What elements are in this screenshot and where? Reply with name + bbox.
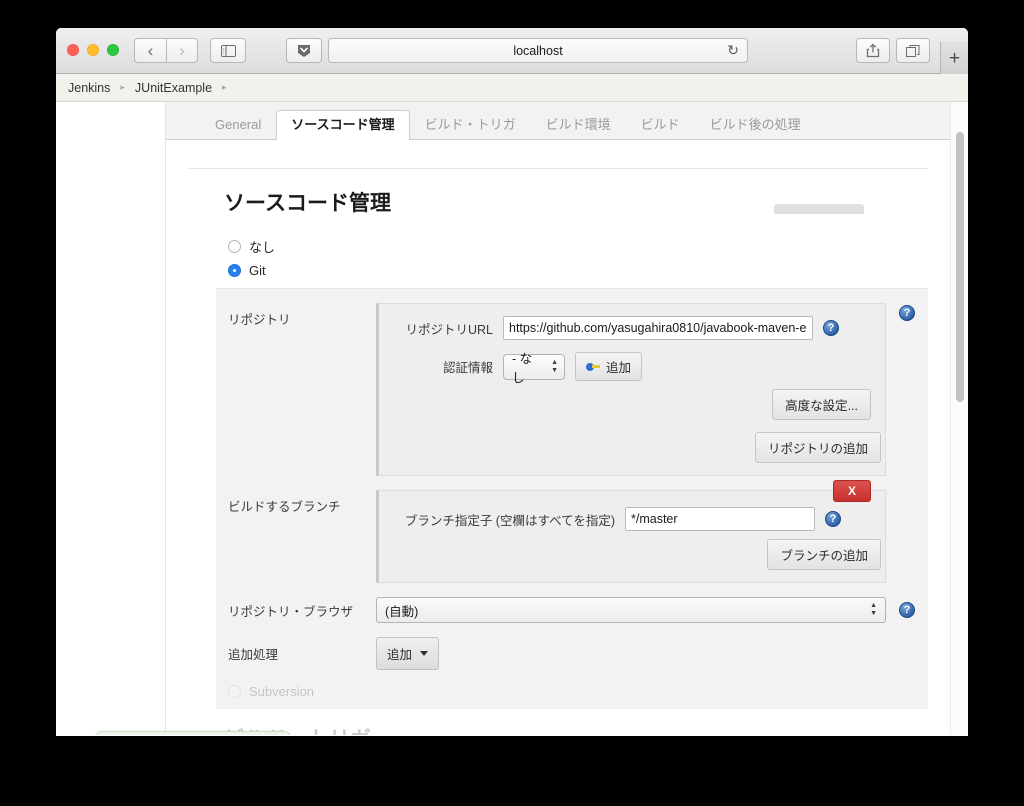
branch-spec-row: ブランチ指定子 (空欄はすべてを指定) */master ? (393, 507, 871, 531)
advanced-settings-button[interactable]: 高度な設定... (772, 389, 871, 420)
add-repository-button-row: リポジトリの追加 (393, 432, 881, 463)
breadcrumb: Jenkins ▸ JUnitExample ▸ (56, 74, 968, 102)
add-behaviour-label: 追加 (387, 648, 413, 662)
chevron-down-icon (420, 651, 429, 656)
git-settings-panel: リポジトリ リポジトリURL https://github.com/yasuga… (216, 288, 928, 709)
address-text: localhost (513, 43, 563, 58)
add-branch-button-row: ブランチの追加 (393, 539, 881, 570)
delete-branch-button[interactable]: X (833, 480, 871, 502)
repository-box: リポジトリURL https://github.com/yasugahira08… (376, 303, 886, 476)
config-body: ソースコード管理 なし Git リポジトリ リポジトリURL https://g… (166, 168, 950, 735)
repo-browser-value: (自動) (385, 604, 419, 619)
reader-view-icon (298, 44, 310, 57)
back-button[interactable]: ‹ (134, 38, 166, 63)
additional-behaviours-label: 追加処理 (228, 648, 279, 662)
radio-none[interactable] (228, 240, 241, 253)
repository-label: リポジトリ (228, 313, 291, 327)
credentials-row: 認証情報 - なし ▲ ▼ 追加 (393, 352, 871, 385)
address-bar[interactable]: localhost ↻ (328, 38, 748, 63)
sidebar-toggle-icon (220, 44, 236, 57)
scrolled-partial-button (774, 204, 864, 214)
add-repository-button[interactable]: リポジトリの追加 (754, 432, 881, 463)
page-scrollbar[interactable] (950, 102, 968, 735)
branch-spec-label: ブランチ指定子 (空欄はすべてを指定) (404, 513, 615, 528)
help-icon[interactable]: ? (823, 320, 839, 336)
tab-build-environment[interactable]: ビルド環境 (531, 110, 626, 140)
reader-view-button[interactable] (286, 38, 322, 63)
jenkins-sidebar (56, 102, 166, 735)
credentials-select[interactable]: - なし ▲ ▼ (503, 352, 565, 385)
stepper-icon: ▲ ▼ (870, 602, 877, 617)
repo-browser-row: リポジトリ・ブラウザ (自動) ▲ ▼ ? (216, 597, 928, 623)
show-all-tabs-icon (905, 44, 919, 57)
additional-behaviours-row: 追加処理 追加 (216, 637, 928, 670)
jenkins-main-content: General ソースコード管理 ビルド・トリガ ビルド環境 ビルド ビルド後の… (166, 102, 950, 735)
scm-option-git-label: Git (249, 263, 266, 278)
add-credentials-label: 追加 (606, 361, 632, 375)
branches-row: ビルドするブランチ X ブランチ指定子 (空欄はすべてを指定) */master… (216, 480, 928, 583)
sidebar-toggle-button[interactable] (210, 38, 246, 63)
chevron-right-icon: › (179, 41, 185, 60)
branch-spec-input[interactable]: */master (625, 507, 815, 531)
repo-browser-label: リポジトリ・ブラウザ (228, 604, 354, 619)
browser-toolbar: ‹ › localhost ↻ + (56, 28, 968, 74)
advanced-button-row: 高度な設定... (393, 389, 871, 420)
scrollbar-thumb[interactable] (956, 132, 964, 402)
repo-browser-select[interactable]: (自動) ▲ ▼ (376, 597, 886, 623)
add-credentials-button[interactable]: 追加 (575, 352, 643, 381)
credentials-label: 認証情報 (442, 361, 493, 375)
scm-option-subversion[interactable]: Subversion (228, 684, 928, 699)
repository-url-label: リポジトリURL (405, 322, 493, 337)
breadcrumb-item-junitexample[interactable]: JUnitExample (135, 81, 212, 95)
config-tab-bar: General ソースコード管理 ビルド・トリガ ビルド環境 ビルド ビルド後の… (166, 102, 950, 140)
breadcrumb-item-jenkins[interactable]: Jenkins (68, 81, 110, 95)
stepper-icon: ▲ ▼ (551, 358, 558, 374)
add-branch-button[interactable]: ブランチの追加 (767, 539, 881, 570)
page-viewport: General ソースコード管理 ビルド・トリガ ビルド環境 ビルド ビルド後の… (56, 102, 968, 735)
close-window-button[interactable] (67, 44, 79, 56)
save-bar: 保存 Apply (96, 731, 290, 735)
repository-row: リポジトリ リポジトリURL https://github.com/yasuga… (216, 303, 928, 476)
browser-window: ‹ › localhost ↻ + Jenkins ▸ JUnitExample… (56, 28, 968, 736)
tab-build-triggers[interactable]: ビルド・トリガ (410, 110, 531, 140)
branches-label: ビルドするブランチ (228, 500, 341, 514)
plus-icon: + (948, 47, 961, 69)
help-icon[interactable]: ? (825, 511, 841, 527)
scm-option-none[interactable]: なし (228, 237, 928, 256)
scm-option-subversion-label: Subversion (249, 684, 315, 699)
tab-general[interactable]: General (200, 110, 276, 140)
help-icon[interactable]: ? (899, 602, 915, 618)
key-icon (586, 362, 600, 372)
build-trigger-heading: ビルド・トリガ (224, 723, 928, 735)
repository-url-row: リポジトリURL https://github.com/yasugahira08… (393, 316, 871, 340)
reload-icon[interactable]: ↻ (727, 43, 739, 57)
help-icon[interactable]: ? (899, 305, 915, 321)
tab-build[interactable]: ビルド (626, 110, 695, 140)
divider (188, 168, 928, 169)
breadcrumb-separator-icon[interactable]: ▸ (222, 82, 227, 93)
new-tab-button[interactable]: + (940, 42, 968, 74)
scm-option-none-label: なし (249, 240, 276, 255)
tab-source-code-management[interactable]: ソースコード管理 (276, 109, 410, 140)
share-button[interactable] (856, 38, 890, 63)
forward-button[interactable]: › (166, 38, 198, 63)
tab-post-build-actions[interactable]: ビルド後の処理 (695, 110, 816, 140)
radio-subversion[interactable] (228, 685, 241, 698)
maximize-window-button[interactable] (107, 44, 119, 56)
repository-url-input[interactable]: https://github.com/yasugahira0810/javabo… (503, 316, 813, 340)
scm-option-git[interactable]: Git (228, 263, 928, 278)
chevron-left-icon: ‹ (147, 41, 154, 60)
branches-box: X ブランチ指定子 (空欄はすべてを指定) */master ? ブランチの追加 (376, 480, 886, 583)
radio-git[interactable] (228, 264, 241, 277)
show-tabs-button[interactable] (896, 38, 930, 63)
window-controls (67, 44, 119, 56)
breadcrumb-separator-icon: ▸ (120, 82, 125, 92)
minimize-window-button[interactable] (87, 44, 99, 56)
credentials-select-value: - なし (512, 351, 533, 385)
share-icon (866, 43, 880, 58)
add-behaviour-button[interactable]: 追加 (376, 637, 440, 670)
